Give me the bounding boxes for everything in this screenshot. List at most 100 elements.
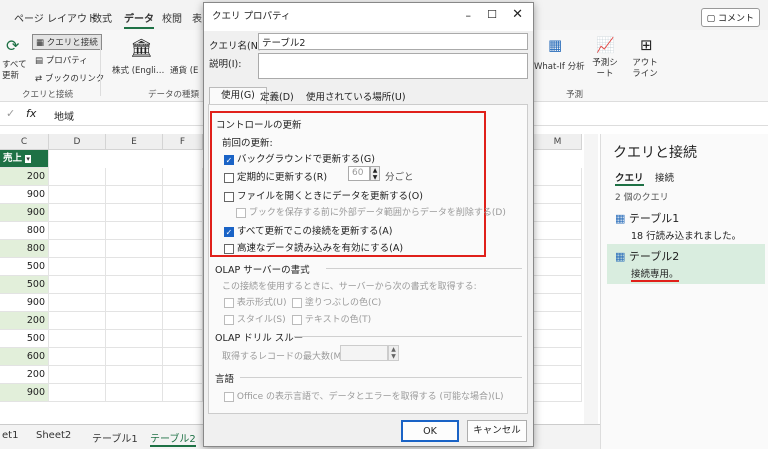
empty-cell[interactable] [534, 330, 582, 348]
sales-cell[interactable]: 900 [0, 186, 49, 204]
tab-used-in[interactable]: 使用されている場所(U) [306, 89, 406, 103]
empty-cell[interactable] [163, 222, 203, 240]
refresh-all-button[interactable]: すべて更新 [2, 60, 28, 82]
empty-cell[interactable] [106, 384, 163, 402]
empty-cell[interactable] [106, 366, 163, 384]
empty-cell[interactable] [106, 258, 163, 276]
sales-cell[interactable]: 900 [0, 384, 49, 402]
empty-cell[interactable] [163, 348, 203, 366]
sheet-tab-sheet2[interactable]: Sheet2 [36, 430, 71, 441]
minutes-input[interactable]: 60 [348, 166, 370, 181]
empty-cell[interactable] [534, 240, 582, 258]
empty-cell[interactable] [106, 168, 163, 186]
empty-cell[interactable] [106, 204, 163, 222]
sales-cell[interactable]: 500 [0, 330, 49, 348]
tab-view[interactable]: 表 [192, 10, 202, 25]
empty-cell[interactable] [163, 294, 203, 312]
empty-cell[interactable] [534, 366, 582, 384]
currencies-button[interactable]: 通貨 (E [170, 64, 198, 76]
sheet-tab-table1[interactable]: テーブル1 [92, 430, 138, 445]
forecast-sheet-button[interactable]: 予測シート [592, 58, 618, 80]
empty-cell[interactable] [106, 222, 163, 240]
empty-cell[interactable] [163, 258, 203, 276]
filter-dropdown-icon[interactable]: ▾ [25, 155, 31, 163]
empty-cell[interactable] [163, 204, 203, 222]
empty-cell[interactable] [163, 276, 203, 294]
refresh-on-open-option[interactable]: ファイルを開くときにデータを更新する(O) [224, 188, 423, 202]
column-header-e[interactable]: E [106, 134, 163, 150]
table-header-sales[interactable]: 売上 ▾ [0, 150, 49, 168]
empty-cell[interactable] [106, 330, 163, 348]
empty-cell[interactable] [106, 240, 163, 258]
empty-cell[interactable] [534, 384, 582, 402]
empty-cell[interactable] [49, 240, 106, 258]
sheet-tab-sheet1[interactable]: et1 [2, 430, 18, 441]
sales-cell[interactable]: 600 [0, 348, 49, 366]
checkbox[interactable] [224, 243, 234, 254]
empty-cell[interactable] [163, 240, 203, 258]
empty-cell[interactable] [534, 312, 582, 330]
sales-cell[interactable]: 200 [0, 312, 49, 330]
sheet-tab-table2[interactable]: テーブル2 [150, 430, 196, 447]
empty-cell[interactable] [106, 276, 163, 294]
column-header-f[interactable]: F [163, 134, 203, 150]
column-header-m[interactable]: M [534, 134, 582, 150]
empty-cell[interactable] [49, 168, 106, 186]
empty-cell[interactable] [163, 312, 203, 330]
minutes-spinner[interactable]: ▲ ▼ [370, 166, 380, 181]
empty-cell[interactable] [534, 348, 582, 366]
comment-button[interactable]: ▢ コメント [700, 8, 760, 27]
empty-cell[interactable] [49, 312, 106, 330]
empty-cell[interactable] [534, 204, 582, 222]
maximize-icon[interactable]: ☐ [487, 8, 497, 21]
empty-cell[interactable] [106, 348, 163, 366]
tab-review[interactable]: 校閲 [162, 10, 182, 25]
empty-cell[interactable] [534, 258, 582, 276]
empty-cell[interactable] [49, 258, 106, 276]
tab-usage[interactable]: 使用(G) [209, 87, 267, 105]
close-icon[interactable]: ✕ [512, 7, 523, 22]
sales-cell[interactable]: 800 [0, 240, 49, 258]
empty-cell[interactable] [534, 294, 582, 312]
tab-page-layout[interactable]: ページ レイアウト [14, 10, 97, 25]
empty-cell[interactable] [49, 366, 106, 384]
empty-cell[interactable] [49, 276, 106, 294]
empty-cell[interactable] [106, 312, 163, 330]
empty-cell[interactable] [49, 330, 106, 348]
ok-button[interactable]: OK [401, 420, 459, 442]
sales-cell[interactable]: 500 [0, 276, 49, 294]
empty-cell[interactable] [106, 294, 163, 312]
empty-cell[interactable] [534, 276, 582, 294]
empty-cell[interactable] [49, 204, 106, 222]
tab-formulas[interactable]: 数式 [92, 10, 112, 25]
empty-cell[interactable] [163, 168, 203, 186]
check-icon[interactable]: ✓ [6, 107, 15, 120]
empty-cell[interactable] [49, 294, 106, 312]
vertical-scrollbar[interactable] [584, 134, 598, 424]
checkbox[interactable] [224, 191, 234, 202]
empty-cell[interactable] [163, 330, 203, 348]
tab-definition[interactable]: 定義(D) [260, 89, 294, 103]
sales-cell[interactable]: 800 [0, 222, 49, 240]
refresh-all-option[interactable]: ✓ すべて更新でこの接続を更新する(A) [224, 223, 392, 237]
stocks-button[interactable]: 株式 (Engli… [112, 64, 164, 76]
pane-tab-queries[interactable]: クエリ [615, 170, 644, 186]
sales-cell[interactable]: 900 [0, 294, 49, 312]
fast-load-option[interactable]: 高速なデータ読み込みを有効にする(A) [224, 240, 403, 254]
empty-cell[interactable] [534, 186, 582, 204]
minimize-icon[interactable]: – [466, 9, 472, 22]
description-input[interactable] [258, 53, 528, 79]
column-header-c[interactable]: C [0, 134, 49, 150]
cancel-button[interactable]: キャンセル [467, 420, 527, 442]
sales-cell[interactable]: 500 [0, 258, 49, 276]
checkbox-checked[interactable]: ✓ [224, 226, 234, 237]
checkbox-checked[interactable]: ✓ [224, 154, 234, 165]
sales-cell[interactable]: 900 [0, 204, 49, 222]
empty-cell[interactable] [163, 366, 203, 384]
pane-tab-connections[interactable]: 接続 [655, 170, 674, 184]
empty-cell[interactable] [534, 168, 582, 186]
query-name-input[interactable]: テーブル2 [258, 33, 528, 50]
empty-cell[interactable] [49, 222, 106, 240]
empty-cell[interactable] [534, 222, 582, 240]
empty-cell[interactable] [163, 384, 203, 402]
